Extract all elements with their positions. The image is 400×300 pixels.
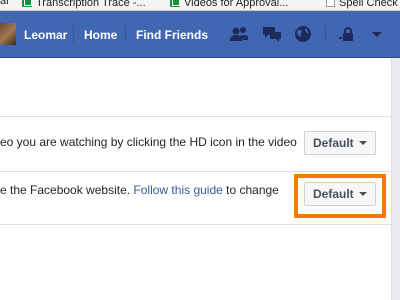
- privacy-shortcuts-icon[interactable]: [337, 24, 359, 44]
- find-friends-link[interactable]: Find Friends: [136, 28, 208, 42]
- bookmark-item[interactable]: Videos for Approval...: [170, 0, 289, 10]
- avatar[interactable]: [0, 23, 16, 45]
- caret-down-icon: [358, 141, 367, 145]
- description-text: e the Facebook website.: [0, 183, 134, 197]
- sheets-icon: [170, 0, 180, 7]
- bookmark-label: Spell Check: [339, 0, 398, 9]
- bookmark-item[interactable]: Transcription Trace -...: [22, 0, 146, 10]
- notifications-globe-icon[interactable]: [292, 24, 314, 44]
- divider: [0, 224, 392, 225]
- messages-icon[interactable]: [261, 24, 283, 44]
- bookmark-label: Transcription Trace -...: [36, 0, 146, 9]
- divider: [0, 171, 392, 172]
- friend-requests-icon[interactable]: [228, 24, 250, 44]
- screenshot-root: ar Transcription Trace -... Videos for A…: [0, 0, 400, 300]
- second-setting-description: e the Facebook website. Follow this guid…: [0, 183, 279, 197]
- video-quality-description: eo you are watching by clicking the HD i…: [0, 135, 297, 149]
- video-quality-dropdown[interactable]: Default: [304, 131, 376, 155]
- profile-link[interactable]: Leomar: [24, 28, 67, 42]
- bookmark-label: Videos for Approval...: [184, 0, 289, 9]
- nav-divider: [325, 25, 326, 43]
- account-menu-chevron-icon[interactable]: [372, 32, 382, 37]
- description-text: to change: [222, 183, 279, 197]
- bookmark-item[interactable]: ar: [0, 0, 10, 10]
- bookmarks-bar: ar Transcription Trace -... Videos for A…: [0, 0, 400, 11]
- divider: [0, 116, 392, 117]
- bookmark-label: ar: [0, 0, 10, 7]
- home-link[interactable]: Home: [84, 28, 117, 42]
- follow-guide-link[interactable]: Follow this guide: [133, 183, 222, 197]
- dropdown-value: Default: [313, 136, 354, 150]
- facebook-top-bar: Leomar Home Find Friends: [0, 11, 400, 58]
- bookmark-item[interactable]: Spell Check: [326, 0, 398, 10]
- nav-divider: [73, 25, 74, 43]
- sheets-icon: [22, 0, 32, 7]
- nav-divider: [125, 25, 126, 43]
- highlight-box: [294, 174, 386, 218]
- page-icon: [326, 0, 335, 7]
